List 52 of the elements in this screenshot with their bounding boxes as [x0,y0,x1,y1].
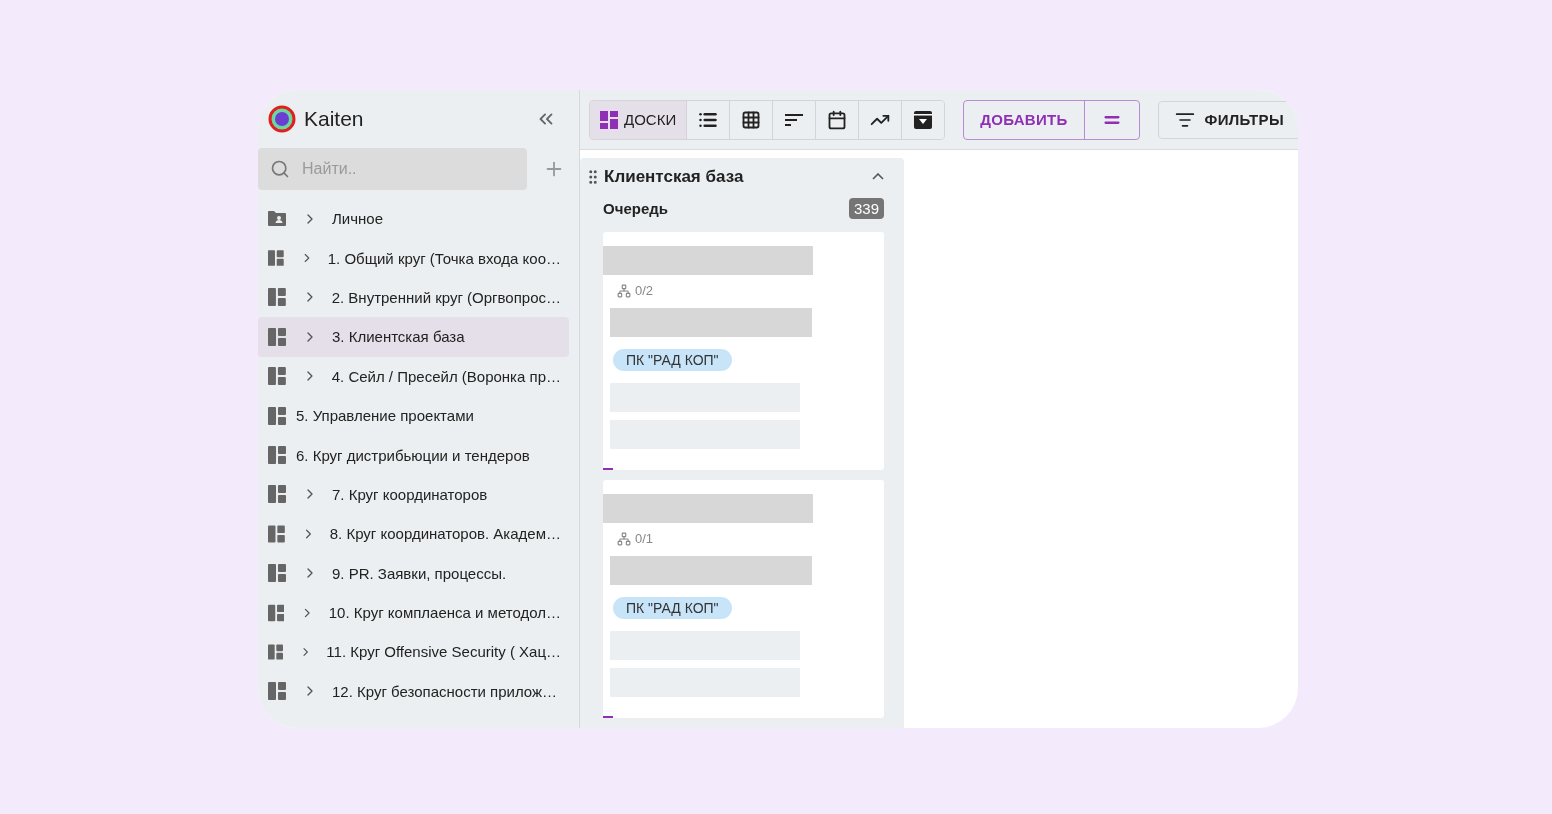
sidebar-item[interactable]: 2. Внутренний круг (Оргвопрос… [258,277,569,318]
tag: ПК "РАД КОП" [613,349,732,371]
board-icon [268,249,284,268]
subtasks-count: 0/1 [635,531,654,546]
archive-icon [914,110,933,129]
sort-lines-icon [785,113,804,126]
board-icon [268,446,286,465]
search-bar[interactable]: Найти.. [258,148,527,190]
board-icon [268,406,286,425]
collapse-lane-button[interactable] [872,173,884,180]
sidebar-item[interactable]: Личное [258,199,569,239]
view-tab[interactable] [901,100,945,139]
board-icon [268,682,286,701]
subtasks-count: 0/2 [635,283,654,298]
lane-title: Клиентская база [604,166,745,187]
card-count: 339 [848,198,884,219]
calendar-icon [827,109,848,130]
app-name: Kaiten [304,107,365,131]
sidebar-item[interactable]: 9. PR. Заявки, процессы. [258,553,569,593]
board-icon [268,603,285,622]
board-icon [268,288,286,307]
sidebar-item[interactable]: 6. Круг дистрибьюции и тендеров [258,435,569,475]
dashboard-icon [600,110,618,129]
sidebar-item[interactable]: 7. Круг координаторов [258,474,569,515]
board-icon [268,327,286,346]
board-icon [268,643,283,661]
folder-person-icon [268,211,286,227]
sidebar-item[interactable]: 4. Сейл / Пресейл (Воронка пр… [258,356,569,396]
board-icon [268,564,286,583]
filters-button[interactable]: ФИЛЬТРЫ [1157,100,1298,139]
subtasks-icon [617,531,631,546]
sidebar-item[interactable]: 11. Круг Offensive Security ( Хац… [258,632,569,672]
sidebar-item[interactable]: 1. Общий круг (Точка входа коо… [258,238,569,278]
board-icon [268,367,286,386]
sidebar-item[interactable]: 5. Управление проектами [258,395,569,436]
sidebar-item[interactable]: 8. Круг координаторов. Академ… [258,514,569,554]
search-input[interactable]: Найти.. [300,159,484,179]
logo-icon [268,105,296,133]
search-icon [270,159,290,179]
sidebar-item[interactable]: 3. Клиентская база [258,317,569,357]
subtasks-icon [617,283,631,298]
card[interactable]: 0/2 ПК "РАД КОП" [603,232,884,470]
column-title: Очередь [603,200,668,217]
chevron-up-icon [872,173,884,180]
sidebar-item[interactable]: 12. Круг безопасности прилож… [258,671,569,712]
board-icon [268,485,286,504]
tag: ПК "РАД КОП" [613,597,732,619]
sidebar-item[interactable]: 10. Круг комплаенса и методол… [258,592,569,633]
board-icon [268,524,285,543]
grid-icon [741,109,762,130]
card[interactable]: 0/1 ПК "РАД КОП" [603,480,884,718]
boards-view-tab[interactable]: ДОСКИ [590,100,687,139]
